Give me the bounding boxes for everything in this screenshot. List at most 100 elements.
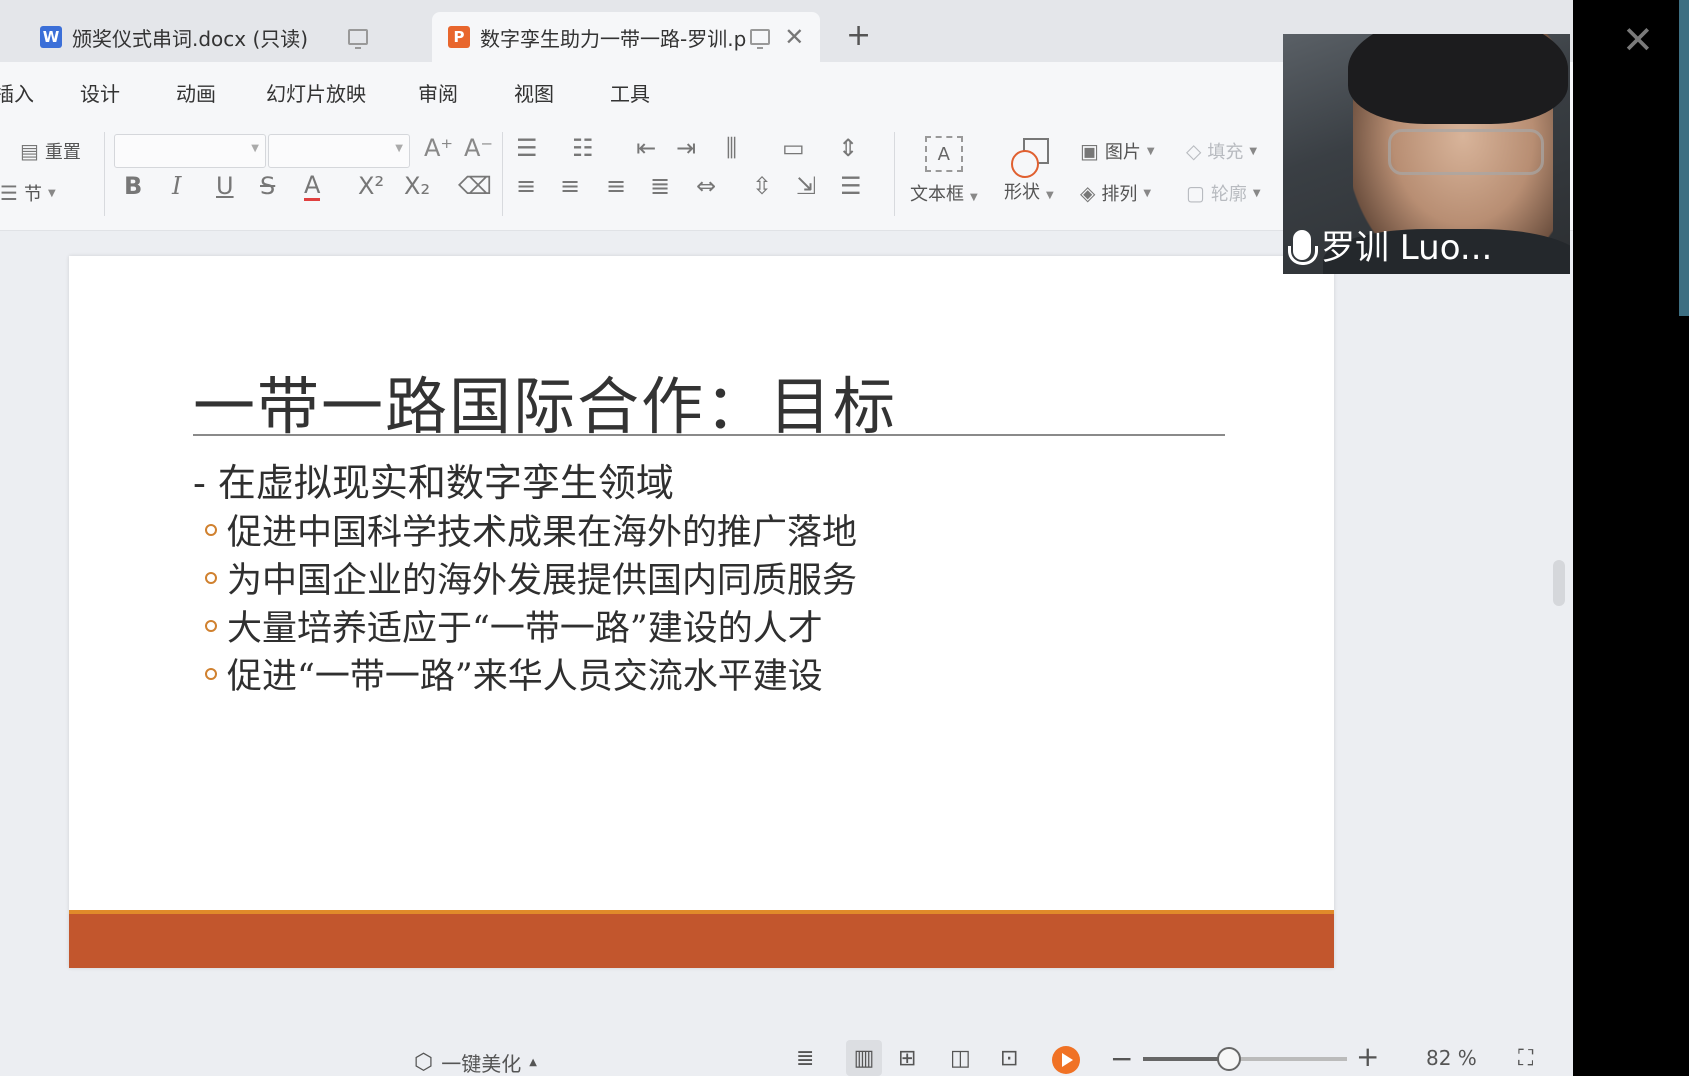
tab-label: 数字孪生助力一带一路-罗训.p: [480, 26, 747, 51]
zoom-slider[interactable]: [1143, 1047, 1347, 1071]
new-tab-plus-icon[interactable]: +: [846, 18, 871, 53]
align-center-icon[interactable]: ≡: [560, 172, 580, 200]
font-color-icon[interactable]: A: [304, 172, 321, 201]
close-tab-icon[interactable]: ✕: [784, 23, 804, 51]
close-overlay-icon[interactable]: ✕: [1622, 18, 1654, 62]
font-size-select[interactable]: ▼: [268, 134, 410, 168]
paragraph-indent-icon[interactable]: ⇲: [796, 172, 816, 200]
ppt-doc-icon: P: [448, 26, 470, 48]
monitor-icon[interactable]: [348, 29, 369, 49]
status-bar: [0, 1012, 1573, 1076]
outline-button[interactable]: ▢ 轮廓 ▼: [1186, 180, 1261, 206]
section-icon: ☰: [0, 181, 18, 205]
microphone-icon: [1288, 229, 1318, 265]
play-slideshow-icon[interactable]: [1052, 1046, 1080, 1074]
caret-down-icon: ▼: [251, 143, 259, 154]
menu-view[interactable]: 视图: [514, 78, 554, 107]
textbox-icon: A: [924, 136, 963, 172]
subscript-icon[interactable]: X₂: [404, 172, 430, 200]
picture-icon: ▣: [1080, 139, 1099, 163]
tab-presentation[interactable]: P 数字孪生助力一带一路-罗训.p ✕: [432, 12, 821, 62]
shape-button[interactable]: 形状 ▼: [1004, 136, 1054, 204]
ribbon-divider: [104, 132, 105, 216]
zoom-in-icon[interactable]: +: [1356, 1040, 1379, 1073]
participant-hair: [1348, 34, 1568, 124]
reset-icon: ▤: [20, 139, 39, 163]
caret-down-icon: ▼: [1252, 187, 1261, 199]
increase-font-icon[interactable]: A⁺: [424, 134, 453, 162]
slide-canvas[interactable]: 一带一路国际合作：目标 - 在虚拟现实和数字孪生领域 促进中国科学技术成果在海外…: [69, 256, 1334, 968]
monitor-icon[interactable]: [750, 29, 771, 49]
list-settings-icon[interactable]: ☰: [840, 172, 862, 200]
strikethrough-icon[interactable]: S: [260, 172, 275, 200]
tab-label: 颁奖仪式串词.docx (只读): [72, 26, 309, 51]
text-direction-icon[interactable]: ⫼: [726, 134, 737, 162]
align-left-icon[interactable]: ≡: [516, 172, 536, 200]
picture-button[interactable]: ▣ 图片 ▼: [1080, 138, 1155, 164]
vertical-scrollbar-thumb[interactable]: [1553, 560, 1565, 606]
slide-bullet[interactable]: 促进“一带一路”来华人员交流水平建设: [205, 648, 823, 699]
section-button[interactable]: ☰ 节 ▼: [0, 180, 56, 206]
decrease-indent-icon[interactable]: ⇤: [636, 134, 656, 162]
shape-icon: [1009, 136, 1049, 178]
increase-indent-icon[interactable]: ⇥: [676, 134, 696, 162]
caret-down-icon: ▼: [1249, 145, 1258, 157]
numbered-list-icon[interactable]: ☷: [572, 134, 594, 162]
reading-view-icon[interactable]: ◫: [950, 1046, 971, 1071]
zoom-out-icon[interactable]: −: [1110, 1042, 1133, 1075]
slide-subheading[interactable]: - 在虚拟现实和数字孪生领域: [193, 452, 674, 507]
zoom-slider-fill: [1143, 1057, 1229, 1061]
fit-window-icon[interactable]: ⛶: [1518, 1046, 1533, 1071]
paragraph-spacing-icon[interactable]: ⇳: [752, 172, 772, 200]
align-text-icon[interactable]: ▭: [782, 134, 805, 162]
participant-video-tile[interactable]: 罗训 Luo...: [1283, 34, 1570, 274]
decrease-font-icon[interactable]: A⁻: [464, 134, 493, 162]
fill-button[interactable]: ◇ 填充 ▼: [1186, 138, 1257, 164]
underline-icon[interactable]: U: [216, 172, 234, 200]
bullet-circle-icon: [205, 523, 217, 536]
line-spacing-icon[interactable]: ⇕: [838, 134, 858, 162]
justify-icon[interactable]: ≣: [650, 172, 670, 200]
slide-bullet[interactable]: 为中国企业的海外发展提供国内同质服务: [205, 552, 857, 603]
tab-word-document[interactable]: W 颁奖仪式串词.docx (只读): [40, 12, 369, 62]
slide-sorter-icon[interactable]: ⊞: [898, 1046, 916, 1071]
zoom-slider-handle[interactable]: [1216, 1047, 1241, 1071]
textbox-button[interactable]: A 文本框 ▼: [910, 136, 978, 206]
outline-icon: ▢: [1186, 181, 1205, 205]
bullet-circle-icon: [205, 571, 217, 584]
menu-tools[interactable]: 工具: [610, 78, 650, 107]
bullet-list-icon[interactable]: ☰: [516, 134, 538, 162]
slide-bullet[interactable]: 促进中国科学技术成果在海外的推广落地: [205, 504, 857, 555]
one-click-beautify-button[interactable]: ⬡ 一键美化 ▲: [414, 1048, 537, 1076]
caret-down-icon: ▼: [395, 143, 403, 154]
paint-bucket-icon: ◇: [1186, 139, 1202, 163]
clear-format-icon[interactable]: ⌫: [458, 172, 492, 200]
menu-review[interactable]: 审阅: [418, 78, 458, 107]
slide-footer-band: [69, 910, 1334, 968]
participant-glasses: [1388, 129, 1544, 175]
cube-icon: ⬡: [414, 1050, 434, 1075]
layers-icon: ◈: [1080, 181, 1096, 205]
italic-icon[interactable]: I: [172, 172, 181, 200]
reset-button[interactable]: ▤ 重置: [20, 138, 81, 164]
presenter-view-icon[interactable]: ⊡: [1000, 1046, 1018, 1071]
font-family-select[interactable]: ▼: [114, 134, 266, 168]
arrange-button[interactable]: ◈ 排列 ▼: [1080, 180, 1151, 206]
zoom-level[interactable]: 82 %: [1426, 1046, 1477, 1070]
distribute-icon[interactable]: ⇔: [696, 172, 716, 200]
notes-view-icon[interactable]: ≣: [796, 1046, 814, 1071]
caret-down-icon: ▼: [1143, 187, 1152, 199]
menu-animation[interactable]: 动画: [176, 78, 216, 107]
bold-icon[interactable]: B: [124, 172, 142, 200]
menu-slideshow[interactable]: 幻灯片放映: [266, 78, 366, 107]
align-right-icon[interactable]: ≡: [606, 172, 626, 200]
bullet-circle-icon: [205, 619, 217, 632]
slide-bullet[interactable]: 大量培养适应于“一带一路”建设的人才: [205, 600, 823, 651]
menu-insert[interactable]: 插入: [0, 78, 34, 107]
menu-design[interactable]: 设计: [80, 78, 120, 107]
superscript-icon[interactable]: X²: [358, 172, 384, 200]
normal-view-icon[interactable]: ▥: [846, 1040, 882, 1076]
slide-title[interactable]: 一带一路国际合作：目标: [193, 356, 897, 446]
ribbon-divider: [502, 132, 503, 216]
bullet-circle-icon: [205, 667, 217, 680]
